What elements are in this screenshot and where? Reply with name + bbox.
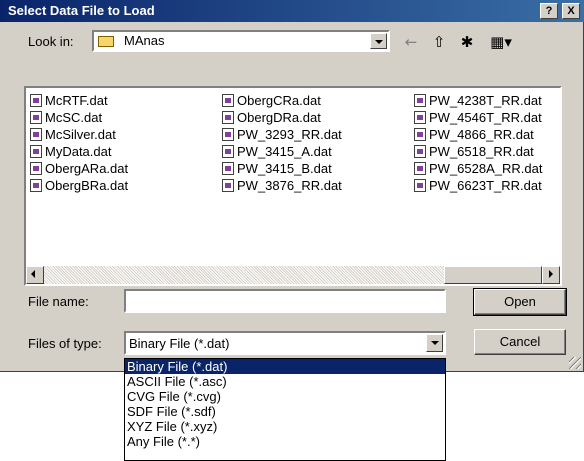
file-type-dropdown-list[interactable]: Binary File (*.dat) ASCII File (*.asc) C… xyxy=(124,358,446,461)
file-column-1: McRTF.dat McSC.dat McSilver.dat MyData.d… xyxy=(30,92,128,194)
file-name-input[interactable] xyxy=(124,289,446,313)
data-file-icon xyxy=(30,162,42,175)
close-button[interactable]: X xyxy=(562,3,580,19)
file-item[interactable]: McSilver.dat xyxy=(30,126,128,143)
files-of-type-dropdown-button[interactable] xyxy=(426,334,443,352)
data-file-icon xyxy=(222,94,234,107)
file-type-option[interactable]: SDF File (*.sdf) xyxy=(125,404,445,419)
file-item[interactable]: PW_3415_A.dat xyxy=(222,143,342,160)
look-in-value: MAnas xyxy=(124,33,165,48)
data-file-icon xyxy=(222,145,234,158)
data-file-icon xyxy=(30,179,42,192)
look-in-combo[interactable]: MAnas xyxy=(92,30,390,52)
file-type-option[interactable]: Any File (*.*) xyxy=(125,434,445,449)
file-item[interactable]: PW_6623T_RR.dat xyxy=(414,177,542,194)
file-list[interactable]: McRTF.dat McSC.dat McSilver.dat MyData.d… xyxy=(24,86,562,286)
data-file-icon xyxy=(414,94,426,107)
data-file-icon xyxy=(30,128,42,141)
open-button[interactable]: Open xyxy=(473,288,567,316)
data-file-icon xyxy=(222,111,234,124)
file-item[interactable]: McRTF.dat xyxy=(30,92,128,109)
arrow-left-icon xyxy=(31,270,35,278)
file-item[interactable]: PW_4238T_RR.dat xyxy=(414,92,542,109)
file-column-3: PW_4238T_RR.dat PW_4546T_RR.dat PW_4866_… xyxy=(414,92,542,194)
data-file-icon xyxy=(414,179,426,192)
file-item[interactable]: ObergDRa.dat xyxy=(222,109,342,126)
data-file-icon xyxy=(30,145,42,158)
cancel-button[interactable]: Cancel xyxy=(474,329,566,355)
file-item[interactable]: MyData.dat xyxy=(30,143,128,160)
look-in-dropdown-button[interactable] xyxy=(370,33,387,49)
file-item[interactable]: PW_3876_RR.dat xyxy=(222,177,342,194)
help-button[interactable]: ? xyxy=(540,3,558,19)
data-file-icon xyxy=(222,128,234,141)
file-type-option[interactable]: CVG File (*.cvg) xyxy=(125,389,445,404)
data-file-icon xyxy=(414,128,426,141)
file-type-option[interactable]: Binary File (*.dat) xyxy=(125,359,445,374)
file-name-label: File name: xyxy=(28,294,89,309)
data-file-icon xyxy=(222,179,234,192)
files-of-type-label: Files of type: xyxy=(28,336,102,351)
look-in-label: Look in: xyxy=(28,34,74,49)
files-of-type-select[interactable]: Binary File (*.dat) xyxy=(124,331,446,355)
file-item[interactable]: PW_6518_RR.dat xyxy=(414,143,542,160)
arrow-right-icon xyxy=(549,270,553,278)
scroll-right-button[interactable] xyxy=(542,266,560,284)
title-bar[interactable]: Select Data File to Load ? X xyxy=(0,0,584,22)
scroll-thumb[interactable] xyxy=(444,266,542,284)
data-file-icon xyxy=(30,111,42,124)
data-file-icon xyxy=(222,162,234,175)
select-file-dialog: Select Data File to Load ? X Look in: MA… xyxy=(0,0,584,372)
folder-icon xyxy=(98,36,114,47)
file-column-2: ObergCRa.dat ObergDRa.dat PW_3293_RR.dat… xyxy=(222,92,342,194)
file-item[interactable]: PW_4546T_RR.dat xyxy=(414,109,542,126)
data-file-icon xyxy=(414,162,426,175)
file-item[interactable]: PW_4866_RR.dat xyxy=(414,126,542,143)
horizontal-scrollbar[interactable] xyxy=(26,266,560,284)
new-folder-icon[interactable]: ✱ xyxy=(456,32,478,52)
file-item[interactable]: ObergCRa.dat xyxy=(222,92,342,109)
file-item[interactable]: PW_6528A_RR.dat xyxy=(414,160,542,177)
scroll-left-button[interactable] xyxy=(26,266,44,284)
file-type-option[interactable]: ASCII File (*.asc) xyxy=(125,374,445,389)
data-file-icon xyxy=(414,145,426,158)
files-of-type-value: Binary File (*.dat) xyxy=(129,336,230,351)
file-item[interactable]: PW_3293_RR.dat xyxy=(222,126,342,143)
file-item[interactable]: McSC.dat xyxy=(30,109,128,126)
resize-grip[interactable] xyxy=(569,357,581,369)
data-file-icon xyxy=(414,111,426,124)
back-icon[interactable]: ← xyxy=(400,32,422,52)
view-menu-icon[interactable]: ▦▾ xyxy=(486,32,516,52)
up-folder-icon[interactable]: ⇧ xyxy=(428,32,450,52)
file-type-option[interactable]: XYZ File (*.xyz) xyxy=(125,419,445,434)
dialog-title: Select Data File to Load xyxy=(8,3,155,18)
file-item[interactable]: ObergBRa.dat xyxy=(30,177,128,194)
file-item[interactable]: ObergARa.dat xyxy=(30,160,128,177)
data-file-icon xyxy=(30,94,42,107)
file-item[interactable]: PW_3415_B.dat xyxy=(222,160,342,177)
